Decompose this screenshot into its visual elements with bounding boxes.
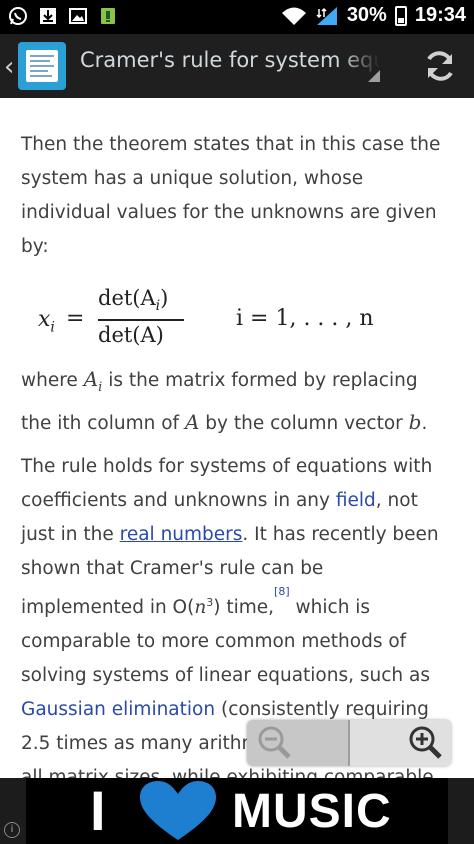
page-title-dropdown[interactable]: Cramer's rule for system equa [80,48,380,88]
link-real-numbers[interactable]: real numbers [120,524,243,545]
battery-percent: 30% [346,4,387,26]
paragraph-theorem: Then the theorem states that in this cas… [21,134,441,257]
link-field[interactable]: field [336,490,376,511]
back-chevron-icon[interactable]: ‹ [4,52,14,82]
whatsapp-icon [9,7,27,25]
article-content[interactable]: ​ Then the theorem states that in this c… [0,98,474,786]
paragraph-where: where Ai is the matrix formed by replaci… [21,367,428,434]
signal-icon [316,6,337,25]
ad-info-icon[interactable]: i [4,822,20,838]
heart-icon [140,781,216,840]
zoom-controls [247,720,451,766]
clipped-line: ​ [21,98,171,100]
zoom-out-icon [258,726,291,759]
app-document-icon[interactable] [18,42,66,90]
action-bar: ‹ Cramer's rule for system equa [0,34,474,101]
link-gaussian-elimination[interactable]: Gaussian elimination [21,699,215,720]
system-status: 30% 19:34 [281,4,466,27]
zoom-out-button[interactable] [247,720,348,766]
refresh-icon[interactable] [420,46,460,86]
reference-8-link[interactable]: [8] [274,585,290,598]
dropdown-triangle-icon[interactable] [368,70,380,82]
cramer-formula: xi = det(Ai) det(A) i = 1, . . . , n [38,286,374,347]
zoom-in-icon [409,726,442,759]
zoom-in-button[interactable] [350,720,451,766]
ad-banner[interactable]: I MUSIC i [0,778,474,844]
ad-letter: I [90,779,106,842]
status-bar: 30% 19:34 [0,0,474,34]
ad-word: MUSIC [232,785,392,838]
download-icon [40,8,56,24]
page-title: Cramer's rule for system equa [80,48,380,72]
notification-icons [8,6,118,26]
battery-icon [394,5,407,26]
clock: 19:34 [414,4,466,26]
image-icon [69,8,87,24]
sim-notification-icon [101,8,115,24]
wifi-icon [281,7,306,25]
